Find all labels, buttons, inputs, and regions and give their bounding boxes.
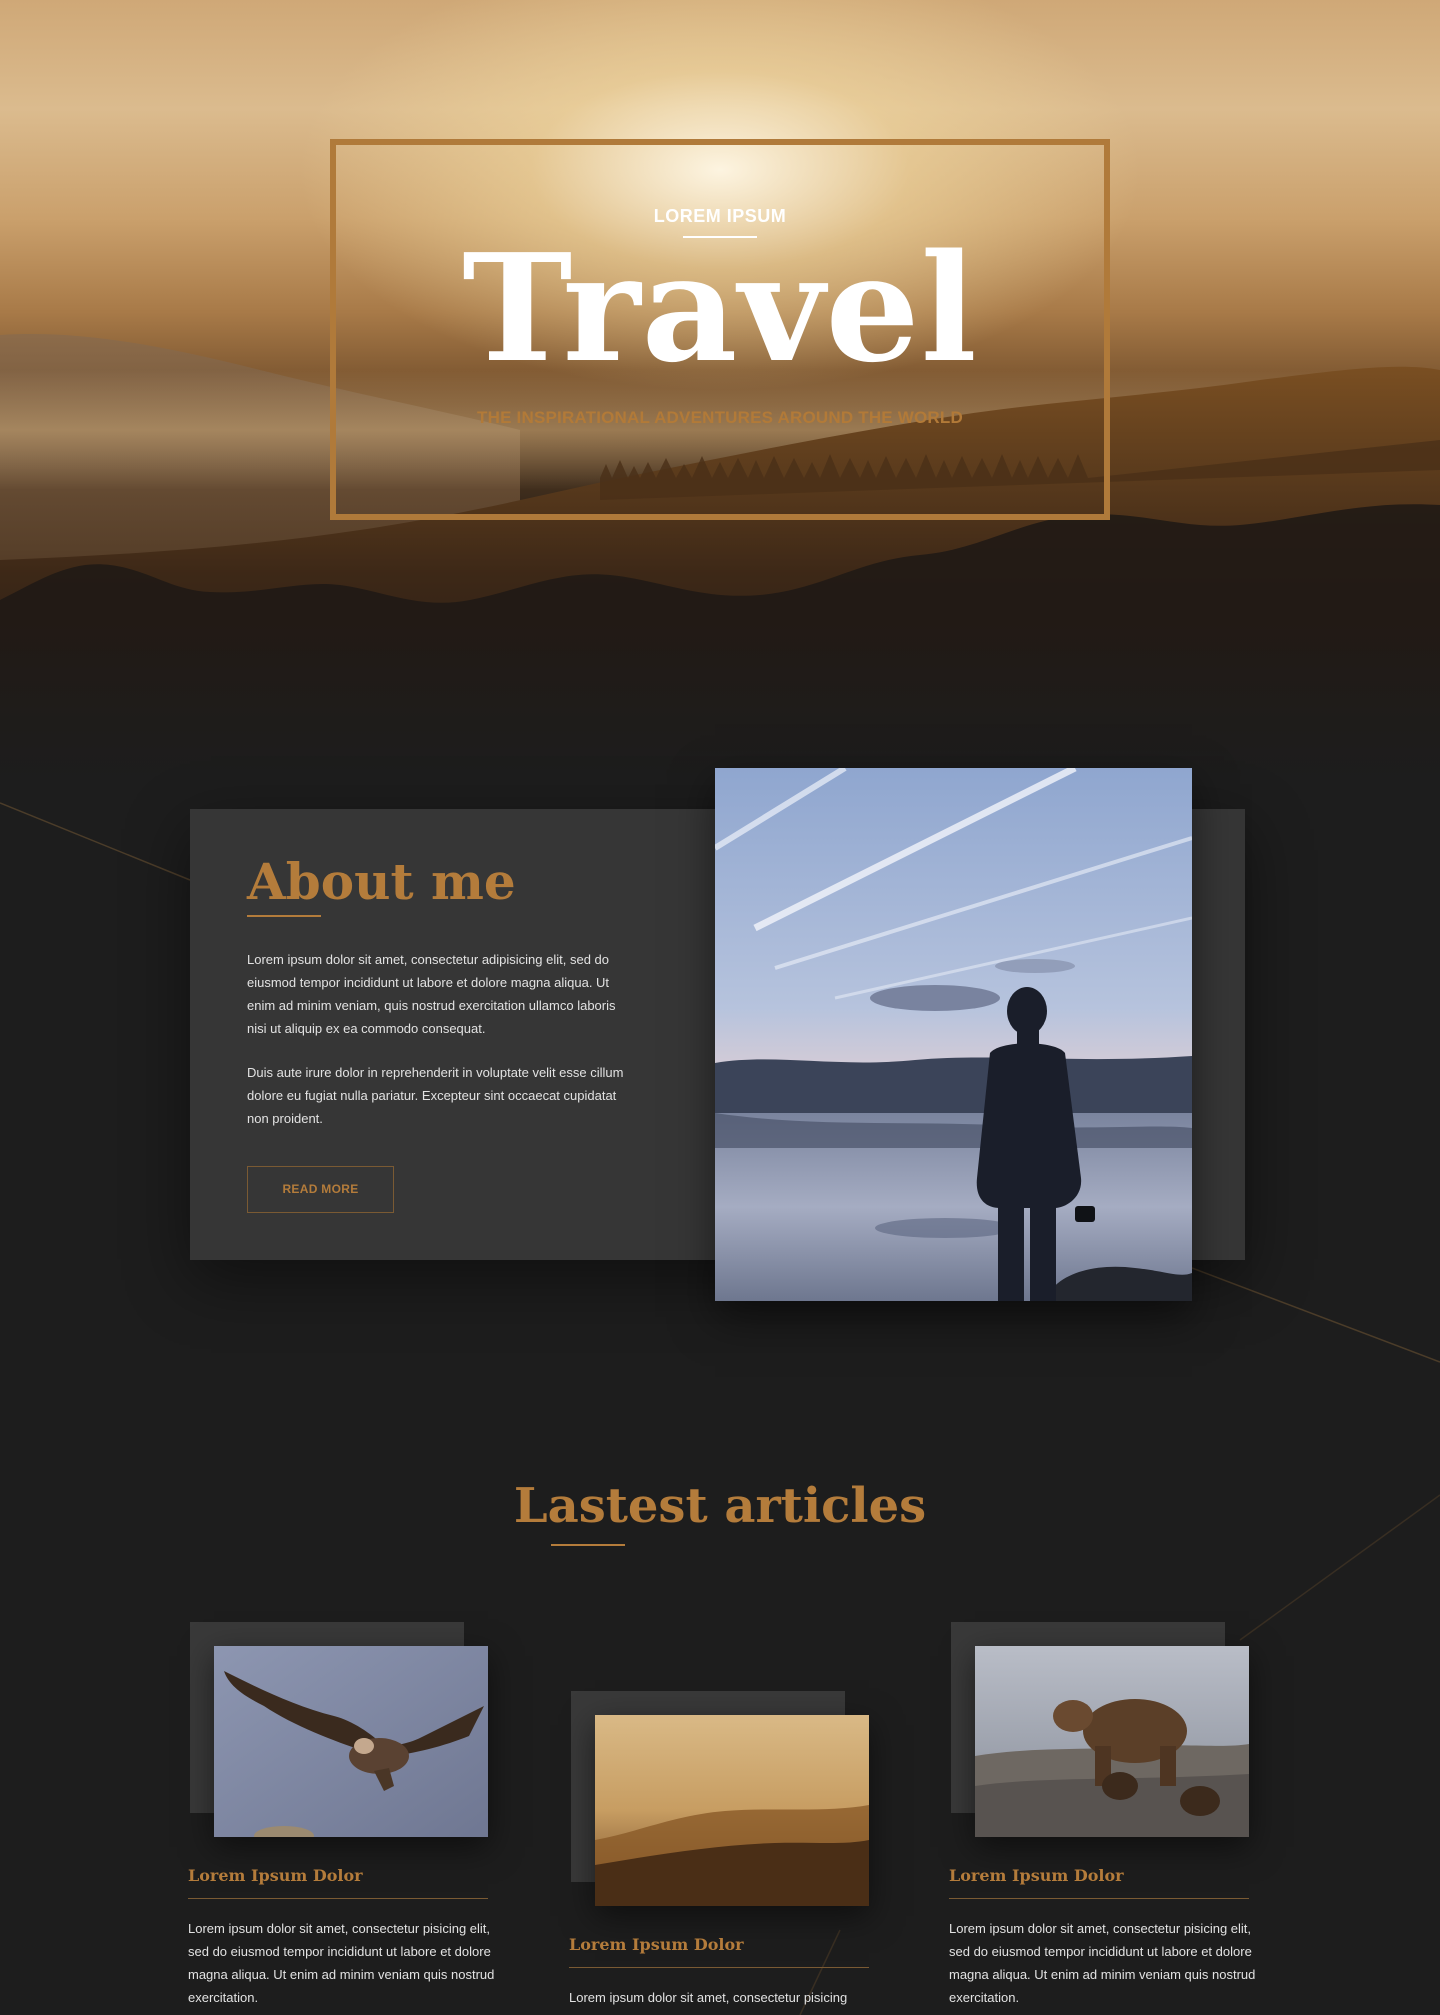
photographer-lake-image: [715, 768, 1192, 1301]
article-1-excerpt: Lorem ipsum dolor sit amet, consectetur …: [188, 1921, 495, 2005]
forest-image: [595, 1715, 869, 1906]
article-2-image[interactable]: [595, 1715, 869, 1906]
article-1-image[interactable]: [214, 1646, 488, 1837]
hero-title: Travel: [462, 221, 978, 395]
articles-heading: Lastest articles: [513, 1478, 927, 1534]
about-heading-underline: [247, 915, 321, 917]
read-more-button[interactable]: READ MORE: [247, 1166, 394, 1213]
articles-heading-underline: [551, 1544, 625, 1546]
hero-tagline: THE INSPIRATIONAL ADVENTURES AROUND THE …: [477, 408, 963, 427]
article-3-image[interactable]: [975, 1646, 1249, 1837]
article-1-divider: [188, 1898, 488, 1899]
article-2-excerpt: Lorem ipsum dolor sit amet, consectetur …: [569, 1990, 848, 2005]
article-2-divider: [569, 1967, 869, 1968]
bears-image: [975, 1646, 1249, 1837]
about-paragraph-1: Lorem ipsum dolor sit amet, consectetur …: [247, 952, 616, 1036]
about-heading: About me: [247, 852, 516, 911]
article-3-excerpt: Lorem ipsum dolor sit amet, consectetur …: [949, 1921, 1256, 2005]
eagle-image: [214, 1646, 488, 1837]
article-3-divider: [949, 1898, 1249, 1899]
about-paragraph-2: Duis aute irure dolor in reprehenderit i…: [247, 1065, 624, 1126]
hero-section: LOREM IPSUM Travel THE INSPIRATIONAL ADV…: [0, 0, 1440, 780]
article-3-title[interactable]: Lorem Ipsum Dolor: [949, 1866, 1124, 1885]
about-photo: [715, 768, 1192, 1301]
article-2-title[interactable]: Lorem Ipsum Dolor: [569, 1935, 744, 1954]
article-1-title[interactable]: Lorem Ipsum Dolor: [188, 1866, 363, 1885]
